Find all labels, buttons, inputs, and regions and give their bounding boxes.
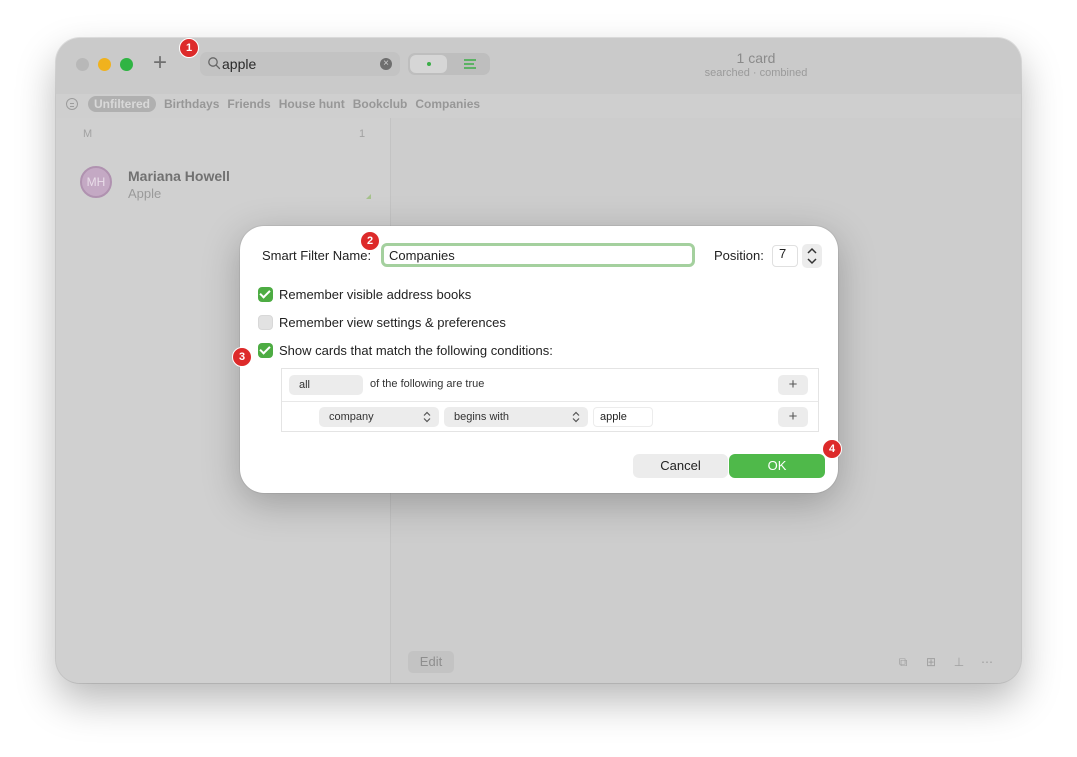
add-condition-button[interactable]: + <box>778 407 808 427</box>
contact-company: Apple <box>128 186 162 201</box>
zoom-window-button[interactable] <box>120 58 133 71</box>
step-badge-4: 4 <box>822 439 842 459</box>
show-matching-cards-label: Show cards that match the following cond… <box>279 342 553 358</box>
contact-name: Mariana Howell <box>128 168 230 184</box>
step-badge-1: 1 <box>179 38 199 58</box>
filter-friends[interactable]: Friends <box>227 96 270 112</box>
operator-select[interactable]: begins with <box>444 407 588 427</box>
filter-icon[interactable] <box>66 98 78 110</box>
filter-birthdays[interactable]: Birthdays <box>164 96 219 112</box>
match-mode-row: all of the following are true + <box>282 369 818 402</box>
archive-icon[interactable]: ⊞ <box>924 655 938 669</box>
remember-view-settings-checkbox[interactable] <box>258 314 273 330</box>
section-count: 1 <box>359 128 366 140</box>
card-count-info: 1 card searched · combined <box>656 50 856 79</box>
close-window-button[interactable] <box>76 58 89 71</box>
filter-unfiltered[interactable]: Unfiltered <box>88 96 157 112</box>
bottom-toolbar: ⧉ ⊞ ⊥ ⋯ <box>896 655 994 669</box>
conditions-editor: all of the following are true + company … <box>281 368 819 432</box>
step-badge-2: 2 <box>360 231 380 251</box>
add-condition-group-button[interactable]: + <box>778 375 808 395</box>
cancel-button[interactable]: Cancel <box>633 454 728 478</box>
smart-filter-dialog: Smart Filter Name: Position: 7 Remember … <box>240 226 838 493</box>
contact-row[interactable]: MH Mariana Howell Apple <box>56 154 390 204</box>
field-select[interactable]: company <box>319 407 439 427</box>
avatar: MH <box>80 166 112 198</box>
search-icon <box>208 57 221 70</box>
remember-view-settings-label: Remember view settings & preferences <box>279 314 506 330</box>
search-input[interactable] <box>222 55 372 73</box>
copy-icon[interactable]: ⧉ <box>896 655 910 669</box>
field-select-value: company <box>329 411 374 423</box>
condition-row: company begins with + <box>282 401 818 433</box>
filter-companies[interactable]: Companies <box>415 96 480 112</box>
operator-select-value: begins with <box>454 411 510 423</box>
position-label: Position: <box>714 248 764 263</box>
pin-icon[interactable]: ⊥ <box>952 655 966 669</box>
card-count: 1 card <box>736 50 776 66</box>
chevron-updown-icon <box>423 411 431 423</box>
condition-value-input[interactable] <box>593 407 653 427</box>
edit-button[interactable]: Edit <box>408 651 454 673</box>
filter-house-hunt[interactable]: House hunt <box>279 96 345 112</box>
chevron-up-icon[interactable] <box>806 246 818 256</box>
match-mode-select[interactable]: all <box>289 375 363 395</box>
dot-icon <box>427 62 431 66</box>
card-count-subtitle: searched · combined <box>704 67 808 79</box>
titlebar: + × 1 card searched · combined <box>56 38 1021 94</box>
position-field[interactable]: 7 <box>772 245 798 267</box>
chevron-down-icon[interactable] <box>806 256 818 266</box>
card-view-button[interactable] <box>410 55 447 73</box>
show-matching-cards-checkbox[interactable] <box>258 342 273 358</box>
filter-name-input[interactable] <box>381 243 695 267</box>
step-badge-3: 3 <box>232 347 252 367</box>
plus-icon[interactable]: + <box>148 51 172 76</box>
remember-address-books-row[interactable]: Remember visible address books <box>258 285 471 303</box>
filter-name-label: Smart Filter Name: <box>262 248 372 263</box>
clear-search-icon[interactable]: × <box>380 58 392 70</box>
filter-bookclub[interactable]: Bookclub <box>353 96 408 112</box>
remember-view-settings-row[interactable]: Remember view settings & preferences <box>258 313 506 331</box>
show-matching-cards-row[interactable]: Show cards that match the following cond… <box>258 341 553 359</box>
section-letter: M <box>83 128 93 140</box>
position-stepper[interactable] <box>802 244 822 268</box>
minimize-window-button[interactable] <box>98 58 111 71</box>
match-mode-text: of the following are true <box>370 378 485 390</box>
remember-address-books-checkbox[interactable] <box>258 286 273 302</box>
more-icon[interactable]: ⋯ <box>980 655 994 669</box>
remember-address-books-label: Remember visible address books <box>279 286 472 302</box>
corner-indicator-icon <box>366 194 371 199</box>
ok-button[interactable]: OK <box>729 454 825 478</box>
search-field[interactable]: × <box>200 52 400 76</box>
filter-bar: Unfiltered Birthdays Friends House hunt … <box>56 94 1021 116</box>
list-view-icon[interactable] <box>452 55 488 73</box>
view-mode-toggle <box>408 53 490 75</box>
chevron-updown-icon <box>572 411 580 423</box>
